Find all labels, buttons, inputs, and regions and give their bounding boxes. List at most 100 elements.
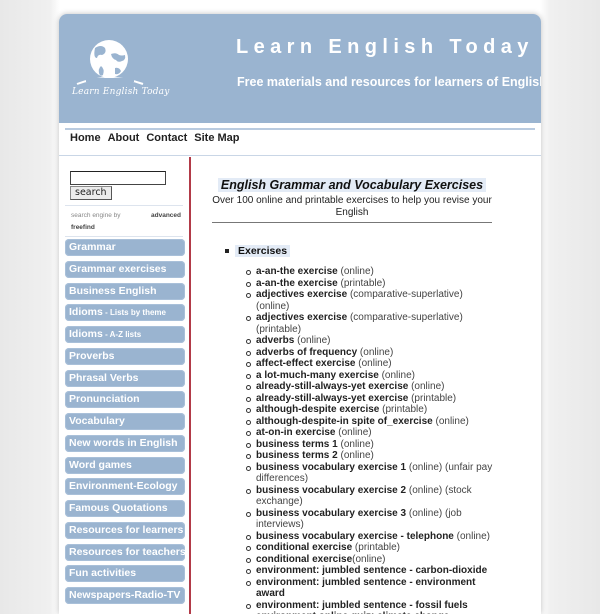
sidebar-item-business-english[interactable]: Business English	[65, 282, 185, 300]
nav-top-divider	[65, 128, 535, 130]
sidebar-item-grammar[interactable]: Grammar	[65, 239, 185, 256]
exercise-link[interactable]: conditional exercise	[256, 542, 352, 553]
nav-site-map[interactable]: Site Map	[194, 132, 239, 150]
exercise-note: (online)	[432, 415, 469, 427]
exercise-link[interactable]: business vocabulary exercise 1	[256, 462, 406, 473]
site-header: Learn English Today Learn English Today …	[59, 14, 541, 123]
sidebar-item-idioms-theme[interactable]: Idioms - Lists by theme	[65, 304, 185, 322]
sidebar-item-pronunciation[interactable]: Pronunciation	[65, 391, 185, 409]
search-form: search	[70, 171, 166, 200]
sidebar-item-newspapers[interactable]: Newspapers-Radio-TV	[65, 587, 185, 604]
section-label: Exercises	[235, 245, 291, 257]
exercise-link[interactable]: although-despite-in spite of_exercise	[256, 416, 433, 427]
sidebar-item-label: Resources for teachers	[69, 545, 185, 558]
exercise-link[interactable]: business vocabulary exercise - telephone	[256, 531, 454, 542]
sidebar-item-label: Newspapers-Radio-TV	[69, 589, 181, 601]
sidebar-item-label: Grammar	[69, 241, 116, 253]
exercise-note: (online)	[378, 369, 415, 381]
exercise-link[interactable]: a-an-the exercise	[256, 266, 338, 277]
exercise-link[interactable]: adjectives exercise	[256, 289, 347, 300]
exercise-link[interactable]: a-an-the exercise	[256, 278, 338, 289]
exercise-link[interactable]: affect-effect exercise	[256, 358, 356, 369]
exercise-link[interactable]: at-on-in exercise	[256, 427, 335, 438]
search-input[interactable]	[70, 171, 166, 185]
exercise-link[interactable]: business vocabulary exercise 3	[256, 508, 406, 519]
exercise-note: (online)	[337, 266, 374, 277]
search-button[interactable]: search	[70, 186, 112, 200]
nav-bottom-divider	[59, 155, 541, 156]
exercise-list-item: already-still-always-yet exercise (print…	[246, 393, 496, 405]
exercise-list-item: adjectives exercise (comparative-superla…	[246, 312, 496, 335]
exercise-link[interactable]: environment: jumbled sentence - carbon-d…	[256, 565, 487, 576]
exercise-link[interactable]: environment: jumbled sentence - fossil f…	[256, 600, 468, 611]
exercise-link[interactable]: conditional exercise	[256, 554, 352, 565]
exercise-note: (printable)	[352, 542, 400, 553]
sidebar-item-label: Grammar exercises	[69, 262, 167, 275]
exercise-link[interactable]: adjectives exercise	[256, 312, 347, 323]
nav-about[interactable]: About	[108, 132, 140, 150]
exercise-link[interactable]: although-despite exercise	[256, 404, 379, 415]
sidebar-item-vocabulary[interactable]: Vocabulary	[65, 413, 185, 430]
nav-home[interactable]: Home	[70, 132, 101, 150]
sidebar-item-label: New words in English	[69, 436, 178, 449]
exercise-list-item: a-an-the exercise (printable)	[246, 278, 496, 290]
sidebar-item-proverbs[interactable]: Proverbs	[65, 347, 185, 365]
sidebar-item-label: Business English	[69, 284, 157, 297]
sidebar-item-word-games[interactable]: Word games	[65, 456, 185, 474]
exercise-link[interactable]: environment: jumbled sentence - environm…	[256, 577, 475, 600]
sidebar-item-phrasal-verbs[interactable]: Phrasal Verbs	[65, 369, 185, 387]
exercise-link[interactable]: business vocabulary exercise 2	[256, 485, 406, 496]
exercise-note: (online)	[337, 450, 374, 461]
exercise-list-item: at-on-in exercise (online)	[246, 427, 496, 439]
exercise-list-item: business terms 1 (online)	[246, 439, 496, 451]
page-subtitle: Over 100 online and printable exercises …	[212, 195, 492, 218]
exercise-list-item: business vocabulary exercise 3 (online) …	[246, 508, 496, 531]
exercise-list-item: already-still-always-yet exercise (onlin…	[246, 381, 496, 393]
exercise-list-item: adverbs (online)	[246, 335, 496, 347]
top-nav: Home About Contact Site Map	[70, 132, 240, 150]
square-bullet-icon	[225, 249, 229, 254]
exercise-link[interactable]: a lot-much-many exercise	[256, 370, 379, 381]
search-divider-bottom	[65, 236, 183, 237]
exercise-note: (printable)	[337, 277, 386, 289]
exercise-list-item: environment: jumbled sentence - fossil f…	[246, 600, 496, 612]
sidebar-item-label: Famous Quotations	[69, 502, 168, 514]
exercise-list-item: although-despite exercise (printable)	[246, 404, 496, 416]
sidebar-divider	[189, 157, 191, 614]
exercise-list-item: environment: jumbled sentence - carbon-d…	[246, 565, 496, 577]
exercise-link[interactable]: business terms 1	[256, 439, 338, 450]
sidebar-item-fun-activities[interactable]: Fun activities	[65, 565, 185, 583]
exercise-link[interactable]: business terms 2	[256, 450, 338, 461]
sidebar-item-quotations[interactable]: Famous Quotations	[65, 500, 185, 517]
sidebar-item-environment[interactable]: Environment-Ecology	[65, 478, 185, 496]
exercise-link[interactable]: already-still-always-yet exercise	[256, 393, 408, 404]
nav-contact[interactable]: Contact	[146, 132, 187, 150]
exercise-link[interactable]: adverbs of frequency	[256, 347, 357, 358]
sidebar-item-grammar-exercises[interactable]: Grammar exercises	[65, 260, 185, 278]
page-title: English Grammar and Vocabulary Exercises	[207, 176, 497, 194]
exercise-list: a-an-the exercise (online) a-an-the exerc…	[246, 266, 496, 614]
sidebar-item-label: Word games	[69, 458, 132, 471]
exercise-note: (online)	[352, 553, 386, 565]
exercise-note: (printable)	[408, 392, 457, 404]
exercise-link[interactable]: already-still-always-yet exercise	[256, 381, 408, 392]
exercise-list-item: adverbs of frequency (online)	[246, 347, 496, 359]
exercise-note: (online)	[294, 335, 331, 346]
freefind-link[interactable]: freefind	[71, 222, 181, 234]
sidebar-item-label: Phrasal Verbs	[69, 371, 139, 384]
sidebar-item-resources-teachers[interactable]: Resources for teachers	[65, 543, 185, 561]
content-divider	[212, 222, 492, 223]
page-container: Learn English Today Learn English Today …	[59, 14, 541, 614]
sidebar-item-idioms-az[interactable]: Idioms - A-Z lists	[65, 326, 185, 343]
site-logo[interactable]	[71, 34, 151, 114]
exercise-note: (printable)	[379, 404, 428, 415]
sidebar-menu: Grammar Grammar exercises Business Engli…	[65, 239, 185, 609]
globe-icon	[76, 40, 144, 85]
section-heading: Exercises	[225, 245, 291, 257]
sidebar-item-new-words[interactable]: New words in English	[65, 434, 185, 452]
advanced-search-link[interactable]: advanced	[151, 210, 181, 222]
exercise-link[interactable]: adverbs	[256, 335, 294, 346]
sidebar-item-label: Proverbs	[69, 349, 115, 362]
search-credit-prefix: search engine by	[71, 212, 121, 219]
sidebar-item-resources-learners[interactable]: Resources for learners	[65, 521, 185, 539]
